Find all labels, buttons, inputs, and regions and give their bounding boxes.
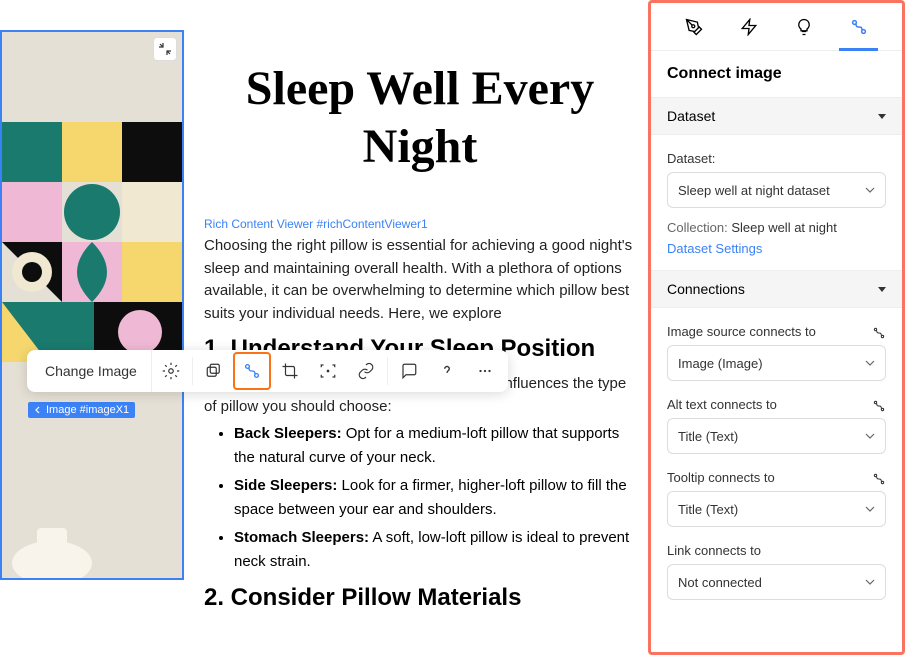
connection-label: Tooltip connects to (667, 470, 775, 485)
image-tag: Image #imageX1 (28, 402, 135, 418)
connect-panel: Connect image Dataset Dataset: Sleep wel… (648, 0, 905, 655)
chevron-down-icon (878, 114, 886, 119)
image-floating-toolbar: Change Image (27, 350, 508, 392)
connections-section-header[interactable]: Connections (651, 270, 902, 308)
link-icon[interactable] (347, 352, 385, 390)
section-heading-2: 2. Consider Pillow Materials (200, 576, 640, 620)
comment-icon[interactable] (390, 352, 428, 390)
panel-tabs (651, 3, 902, 51)
article-area: Sleep Well Every Night Rich Content View… (200, 40, 640, 620)
change-image-button[interactable]: Change Image (31, 350, 152, 392)
image-preview (2, 32, 182, 578)
binding-icon[interactable] (872, 399, 886, 413)
layers-icon[interactable] (195, 352, 233, 390)
crop-icon[interactable] (271, 352, 309, 390)
chevron-down-icon (865, 577, 875, 587)
more-icon[interactable] (466, 352, 504, 390)
connect-data-icon[interactable] (233, 352, 271, 390)
tab-connect[interactable] (831, 3, 886, 50)
chevron-down-icon (865, 504, 875, 514)
image-tag-label: Image #imageX1 (46, 404, 129, 416)
image-block[interactable] (0, 30, 184, 580)
alt-text-select[interactable]: Title (Text) (667, 418, 886, 454)
list-item: Side Sleepers: Look for a firmer, higher… (234, 472, 640, 524)
dataset-label: Dataset: (667, 151, 886, 166)
binding-icon[interactable] (872, 472, 886, 486)
pillow-pattern-image (2, 122, 184, 362)
rich-content-viewer-label: Rich Content Viewer #richContentViewer1 (200, 215, 640, 233)
connection-label: Alt text connects to (667, 397, 777, 412)
connection-label: Link connects to (667, 543, 761, 558)
chevron-down-icon (865, 185, 875, 195)
connection-label: Image source connects to (667, 324, 816, 339)
chevron-down-icon (865, 431, 875, 441)
tab-interactions[interactable] (777, 3, 832, 50)
collapse-icon[interactable] (153, 37, 177, 61)
chevron-down-icon (878, 287, 886, 292)
collection-row: Collection: Sleep well at night (667, 220, 886, 235)
chevron-down-icon (865, 358, 875, 368)
binding-icon[interactable] (872, 326, 886, 340)
tooltip-select[interactable]: Title (Text) (667, 491, 886, 527)
focal-point-icon[interactable] (309, 352, 347, 390)
dataset-settings-link[interactable]: Dataset Settings (667, 241, 762, 256)
intro-paragraph: Choosing the right pillow is essential f… (200, 233, 640, 327)
sleep-position-list: Back Sleepers: Opt for a medium-loft pil… (200, 420, 640, 576)
panel-title: Connect image (651, 51, 902, 97)
image-source-select[interactable]: Image (Image) (667, 345, 886, 381)
link-select[interactable]: Not connected (667, 564, 886, 600)
dataset-select[interactable]: Sleep well at night dataset (667, 172, 886, 208)
article-title: Sleep Well Every Night (200, 40, 640, 195)
list-item: Stomach Sleepers: A soft, low-loft pillo… (234, 524, 640, 576)
list-item: Back Sleepers: Opt for a medium-loft pil… (234, 420, 640, 472)
teapot-shape (2, 498, 122, 578)
tab-design[interactable] (667, 3, 722, 50)
tab-animation[interactable] (722, 3, 777, 50)
help-icon[interactable] (428, 352, 466, 390)
dataset-section-header[interactable]: Dataset (651, 97, 902, 135)
settings-icon[interactable] (152, 352, 190, 390)
